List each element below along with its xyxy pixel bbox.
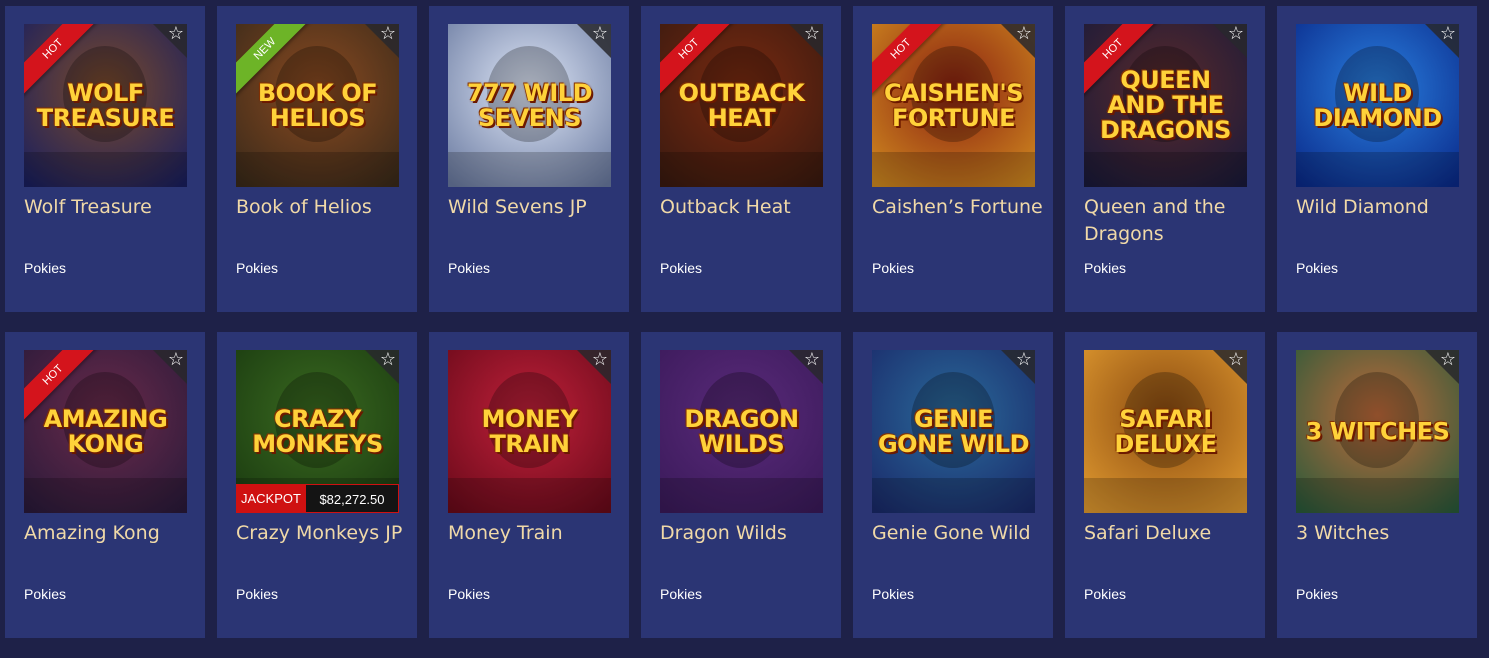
favorite-star-icon[interactable]: ☆ [168, 351, 184, 369]
game-thumbnail[interactable]: Caishen's Fortune HOT ☆ [872, 24, 1035, 187]
game-card[interactable]: QUEEN and the DRAGONS HOT ☆ Queen and the D… [1065, 6, 1265, 312]
game-logo: MONEY TRAIN [481, 404, 578, 458]
game-title[interactable]: Wild Diamond [1296, 194, 1468, 221]
game-card[interactable]: WILD DIAMOND ☆ Wild Diamond Pokies [1277, 6, 1477, 312]
game-logo: WOLF TREASURE [36, 78, 175, 132]
game-row: WOLF TREASURE HOT ☆ Wolf Treasure Pokies BOOK… [5, 6, 1480, 312]
game-thumbnail[interactable]: QUEEN and the DRAGONS HOT ☆ [1084, 24, 1247, 187]
favorite-star-icon[interactable]: ☆ [1016, 25, 1032, 43]
favorite-star-icon[interactable]: ☆ [592, 351, 608, 369]
jackpot-bar: JACKPOT $82,272.50 [236, 484, 399, 513]
game-category: Pokies [24, 260, 67, 276]
game-category: Pokies [448, 260, 491, 276]
game-logo: QUEEN and the DRAGONS [1100, 65, 1231, 145]
game-category: Pokies [1084, 260, 1127, 276]
game-thumbnail[interactable]: DRAGON WILDS ☆ [660, 350, 823, 513]
game-title[interactable]: Book of Helios [236, 194, 408, 221]
game-thumbnail[interactable]: 3 WITCHES ☆ [1296, 350, 1459, 513]
game-card[interactable]: Caishen's Fortune HOT ☆ Caishen’s Fortune Po… [853, 6, 1053, 312]
favorite-star-icon[interactable]: ☆ [1228, 351, 1244, 369]
favorite-star-icon[interactable]: ☆ [380, 25, 396, 43]
game-title[interactable]: Queen and the Dragons [1084, 194, 1256, 248]
game-thumbnail[interactable]: SAFARI DELUXE ☆ [1084, 350, 1247, 513]
game-grid: WOLF TREASURE HOT ☆ Wolf Treasure Pokies BOOK… [5, 6, 1480, 658]
game-title[interactable]: Dragon Wilds [660, 520, 832, 547]
game-thumbnail[interactable]: BOOK OF HELIOS NEW ☆ [236, 24, 399, 187]
jackpot-label: JACKPOT [236, 484, 306, 513]
game-category: Pokies [872, 586, 915, 602]
game-card[interactable]: SAFARI DELUXE ☆ Safari Deluxe Pokies [1065, 332, 1265, 638]
game-title[interactable]: Caishen’s Fortune [872, 194, 1044, 221]
game-title[interactable]: Crazy Monkeys JP [236, 520, 408, 547]
favorite-star-icon[interactable]: ☆ [804, 25, 820, 43]
game-thumbnail[interactable]: CRAZY MONKEYS JACKPOT $82,272.50 ☆ [236, 350, 399, 513]
game-category: Pokies [236, 586, 279, 602]
game-logo: Genie Gone Wild [877, 404, 1030, 458]
game-category: Pokies [872, 260, 915, 276]
game-logo: Caishen's Fortune [883, 78, 1024, 132]
game-title[interactable]: Wild Sevens JP [448, 194, 620, 221]
game-title[interactable]: Genie Gone Wild [872, 520, 1044, 547]
game-category: Pokies [1296, 586, 1339, 602]
favorite-star-icon[interactable]: ☆ [1440, 25, 1456, 43]
favorite-star-icon[interactable]: ☆ [168, 25, 184, 43]
game-category: Pokies [1084, 586, 1127, 602]
game-card[interactable]: BOOK OF HELIOS NEW ☆ Book of Helios Pokies [217, 6, 417, 312]
favorite-star-icon[interactable]: ☆ [1440, 351, 1456, 369]
game-logo: 777 WILD SEVENS [466, 78, 593, 132]
game-thumbnail[interactable]: Genie Gone Wild ☆ [872, 350, 1035, 513]
game-card[interactable]: 3 WITCHES ☆ 3 Witches Pokies [1277, 332, 1477, 638]
game-logo: WILD DIAMOND [1313, 78, 1442, 132]
game-card[interactable]: CRAZY MONKEYS JACKPOT $82,272.50 ☆ Crazy Mon… [217, 332, 417, 638]
game-category: Pokies [1296, 260, 1339, 276]
game-thumbnail[interactable]: OUTBACK HEAT HOT ☆ [660, 24, 823, 187]
game-category: Pokies [660, 260, 703, 276]
game-logo: SAFARI DELUXE [1114, 404, 1217, 458]
game-thumbnail[interactable]: AMAZING KONG HOT ☆ [24, 350, 187, 513]
game-thumbnail[interactable]: WOLF TREASURE HOT ☆ [24, 24, 187, 187]
game-card[interactable]: OUTBACK HEAT HOT ☆ Outback Heat Pokies [641, 6, 841, 312]
game-row: AMAZING KONG HOT ☆ Amazing Kong Pokies CRAZY … [5, 332, 1480, 638]
game-title[interactable]: Wolf Treasure [24, 194, 196, 221]
game-thumbnail[interactable]: WILD DIAMOND ☆ [1296, 24, 1459, 187]
game-title[interactable]: Outback Heat [660, 194, 832, 221]
game-title[interactable]: Amazing Kong [24, 520, 196, 547]
game-title[interactable]: 3 Witches [1296, 520, 1468, 547]
game-card[interactable]: DRAGON WILDS ☆ Dragon Wilds Pokies [641, 332, 841, 638]
game-card[interactable]: WOLF TREASURE HOT ☆ Wolf Treasure Pokies [5, 6, 205, 312]
game-category: Pokies [448, 586, 491, 602]
game-logo: AMAZING KONG [43, 404, 168, 458]
game-title[interactable]: Money Train [448, 520, 620, 547]
favorite-star-icon[interactable]: ☆ [1016, 351, 1032, 369]
game-thumbnail[interactable]: 777 WILD SEVENS ☆ [448, 24, 611, 187]
game-card[interactable]: Genie Gone Wild ☆ Genie Gone Wild Pokies [853, 332, 1053, 638]
game-title[interactable]: Safari Deluxe [1084, 520, 1256, 547]
game-card[interactable]: MONEY TRAIN ☆ Money Train Pokies [429, 332, 629, 638]
game-logo: 3 WITCHES [1305, 416, 1450, 445]
game-card[interactable]: 777 WILD SEVENS ☆ Wild Sevens JP Pokies [429, 6, 629, 312]
game-card[interactable]: AMAZING KONG HOT ☆ Amazing Kong Pokies [5, 332, 205, 638]
favorite-star-icon[interactable]: ☆ [804, 351, 820, 369]
favorite-star-icon[interactable]: ☆ [1228, 25, 1244, 43]
game-logo: BOOK OF HELIOS [257, 78, 378, 132]
favorite-star-icon[interactable]: ☆ [592, 25, 608, 43]
game-category: Pokies [24, 586, 67, 602]
game-logo: CRAZY MONKEYS [252, 404, 383, 458]
game-logo: DRAGON WILDS [684, 404, 799, 458]
favorite-star-icon[interactable]: ☆ [380, 351, 396, 369]
jackpot-value: $82,272.50 [305, 484, 399, 513]
game-logo: OUTBACK HEAT [678, 78, 805, 132]
game-category: Pokies [236, 260, 279, 276]
game-thumbnail[interactable]: MONEY TRAIN ☆ [448, 350, 611, 513]
game-category: Pokies [660, 586, 703, 602]
